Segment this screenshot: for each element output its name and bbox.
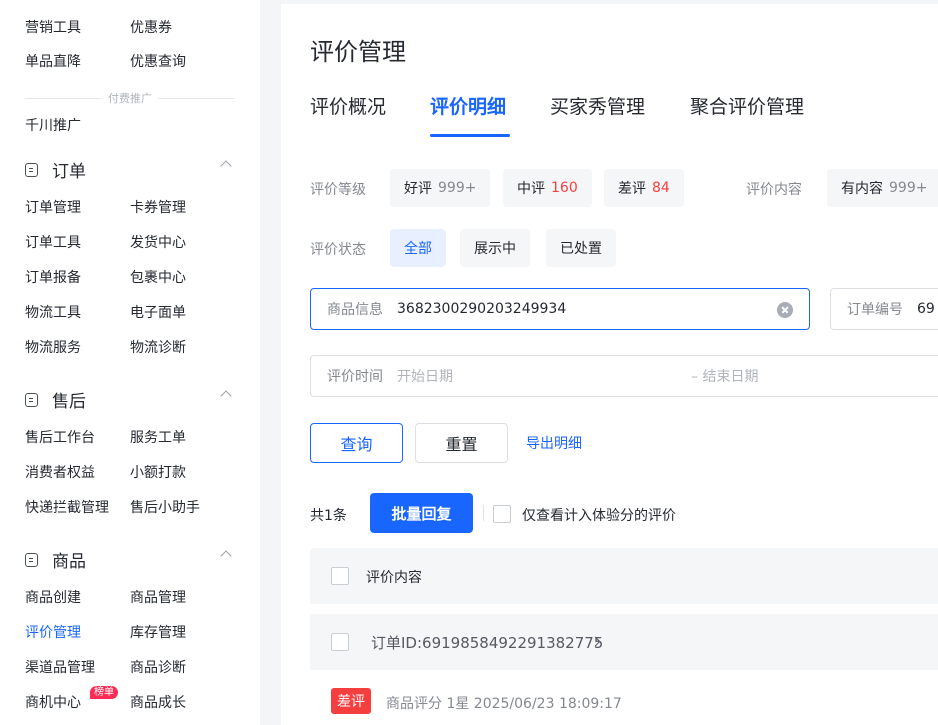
chip-status-handled[interactable]: 已处置 (546, 229, 616, 267)
bad-review-tag: 差评 (331, 688, 371, 714)
sidebar-item-product-growth[interactable]: 商品成长 (130, 693, 186, 713)
sidebar-item-consumer-rights[interactable]: 消费者权益 (25, 463, 95, 483)
total-count: 共1条 (310, 508, 347, 524)
start-date-input[interactable]: 开始日期 (397, 366, 691, 386)
product-info-input[interactable]: 商品信息 3682300290203249934 (310, 288, 810, 330)
chip-bad-count: 84 (652, 180, 670, 196)
chip-status-showing[interactable]: 展示中 (460, 229, 530, 267)
sidebar-item-express-intercept[interactable]: 快递拦截管理 (25, 498, 109, 518)
sidebar-item-service-ticket[interactable]: 服务工单 (130, 428, 186, 448)
clear-icon[interactable] (777, 302, 793, 318)
order-number-input[interactable]: 订单编号 69 (830, 288, 938, 330)
only-experience-checkbox[interactable] (493, 505, 511, 523)
section-product-title: 商品 (52, 552, 86, 572)
end-date-input[interactable]: – 结束日期 (691, 366, 758, 386)
chip-bad-label: 差评 (618, 181, 646, 197)
chip-has-content[interactable]: 有内容 999+ (827, 169, 938, 207)
column-review-content: 评价内容 (366, 570, 422, 586)
sidebar-item-product-create[interactable]: 商品创建 (25, 588, 81, 608)
sidebar-item-channel-product[interactable]: 渠道品管理 (25, 658, 95, 678)
chevron-up-icon[interactable] (220, 160, 232, 172)
sidebar-item-review-manage[interactable]: 评价管理 (25, 623, 81, 643)
page-title: 评价管理 (310, 38, 406, 66)
sidebar-item-logistics-tools[interactable]: 物流工具 (25, 303, 81, 323)
select-all-checkbox[interactable] (331, 567, 349, 585)
grade-filter-label: 评价等级 (310, 182, 366, 198)
sidebar-item-package-center[interactable]: 包裹中心 (130, 268, 186, 288)
ranking-badge: 榜单 (90, 686, 118, 699)
sidebar-item-product-manage[interactable]: 商品管理 (130, 588, 186, 608)
sidebar-item-logistics-diagnosis[interactable]: 物流诊断 (130, 338, 186, 358)
sidebar-item-single-discount[interactable]: 单品直降 (25, 52, 81, 72)
chip-medium-count: 160 (551, 180, 578, 196)
sidebar-item-e-waybill[interactable]: 电子面单 (130, 303, 186, 323)
section-aftersale[interactable]: 售后 (25, 387, 86, 412)
sidebar-item-marketing-tools[interactable]: 营销工具 (25, 18, 81, 38)
export-detail-link[interactable]: 导出明细 (526, 433, 582, 453)
toolbar-divider (483, 505, 484, 521)
sidebar-item-qianchuan[interactable]: 千川推广 (25, 116, 81, 136)
content-filter-label: 评价内容 (746, 182, 802, 198)
order-number-label: 订单编号 (847, 302, 903, 318)
tab-buyer-show[interactable]: 买家秀管理 (550, 92, 645, 119)
reset-button[interactable]: 重置 (415, 423, 508, 463)
main-panel: 评价管理 评价概况 评价明细 买家秀管理 聚合评价管理 评价等级 好评 999+… (281, 4, 938, 725)
chip-medium-review[interactable]: 中评 160 (503, 169, 592, 207)
sidebar-item-aftersale-workbench[interactable]: 售后工作台 (25, 428, 95, 448)
order-icon (25, 162, 38, 177)
chevron-up-icon[interactable] (220, 390, 232, 402)
table-row: 订单ID:6919858492291382775 (310, 614, 938, 670)
chip-status-all[interactable]: 全部 (390, 229, 446, 267)
row-checkbox[interactable] (331, 633, 349, 651)
sidebar-item-coupons[interactable]: 优惠券 (130, 18, 172, 38)
product-info-label: 商品信息 (327, 302, 383, 318)
sidebar-item-order-report[interactable]: 订单报备 (25, 268, 81, 288)
only-experience-label: 仅查看计入体验分的评价 (522, 508, 676, 524)
tab-review-overview[interactable]: 评价概况 (310, 92, 386, 119)
chip-good-count: 999+ (438, 180, 477, 196)
sidebar-item-product-diagnosis[interactable]: 商品诊断 (130, 658, 186, 678)
review-time-label: 评价时间 (327, 369, 383, 385)
sidebar-item-card-manage[interactable]: 卡券管理 (130, 198, 186, 218)
section-aftersale-title: 售后 (52, 392, 86, 412)
rating-meta: 商品评分 1星 2025/06/23 18:09:17 (386, 696, 622, 712)
chip-bad-review[interactable]: 差评 84 (604, 169, 684, 207)
chip-has-content-count: 999+ (889, 180, 928, 196)
section-order-title: 订单 (52, 162, 86, 182)
order-id-link[interactable]: 订单ID:6919858492291382775 (371, 632, 603, 653)
sidebar-item-shipping-center[interactable]: 发货中心 (130, 233, 186, 253)
tab-review-detail[interactable]: 评价明细 (430, 92, 506, 119)
product-icon (25, 552, 38, 567)
aftersale-icon (25, 392, 38, 407)
chip-has-content-label: 有内容 (841, 181, 883, 197)
chip-good-label: 好评 (404, 181, 432, 197)
order-number-value[interactable]: 69 (917, 301, 935, 317)
sidebar-item-inventory-manage[interactable]: 库存管理 (130, 623, 186, 643)
sidebar-item-logistics-service[interactable]: 物流服务 (25, 338, 81, 358)
sidebar-item-aftersale-assistant[interactable]: 售后小助手 (130, 498, 200, 518)
tab-aggregate-review[interactable]: 聚合评价管理 (690, 92, 804, 119)
query-button[interactable]: 查询 (310, 423, 403, 463)
chip-good-review[interactable]: 好评 999+ (390, 169, 491, 207)
active-tab-indicator (430, 134, 510, 137)
sidebar-item-discount-query[interactable]: 优惠查询 (130, 52, 186, 72)
chevron-up-icon[interactable] (220, 550, 232, 562)
review-time-range[interactable]: 评价时间 开始日期 – 结束日期 (310, 355, 938, 397)
sidebar-item-opportunity-center[interactable]: 商机中心 (25, 693, 81, 713)
paid-promotion-divider: 付费推广 (25, 88, 235, 108)
table-header: 评价内容 (310, 548, 938, 604)
batch-reply-button[interactable]: 批量回复 (370, 493, 473, 533)
paid-promotion-label: 付费推广 (108, 92, 152, 105)
sidebar-item-order-tools[interactable]: 订单工具 (25, 233, 81, 253)
status-filter-label: 评价状态 (310, 242, 366, 258)
chip-medium-label: 中评 (517, 181, 545, 197)
product-info-value[interactable]: 3682300290203249934 (397, 301, 566, 317)
sidebar-item-small-payment[interactable]: 小额打款 (130, 463, 186, 483)
sidebar-item-order-manage[interactable]: 订单管理 (25, 198, 81, 218)
section-order[interactable]: 订单 (25, 157, 86, 182)
section-product[interactable]: 商品 (25, 547, 86, 572)
sidebar: 营销工具 优惠券 单品直降 优惠查询 付费推广 千川推广 订单 订单管理 卡券管… (0, 0, 260, 725)
